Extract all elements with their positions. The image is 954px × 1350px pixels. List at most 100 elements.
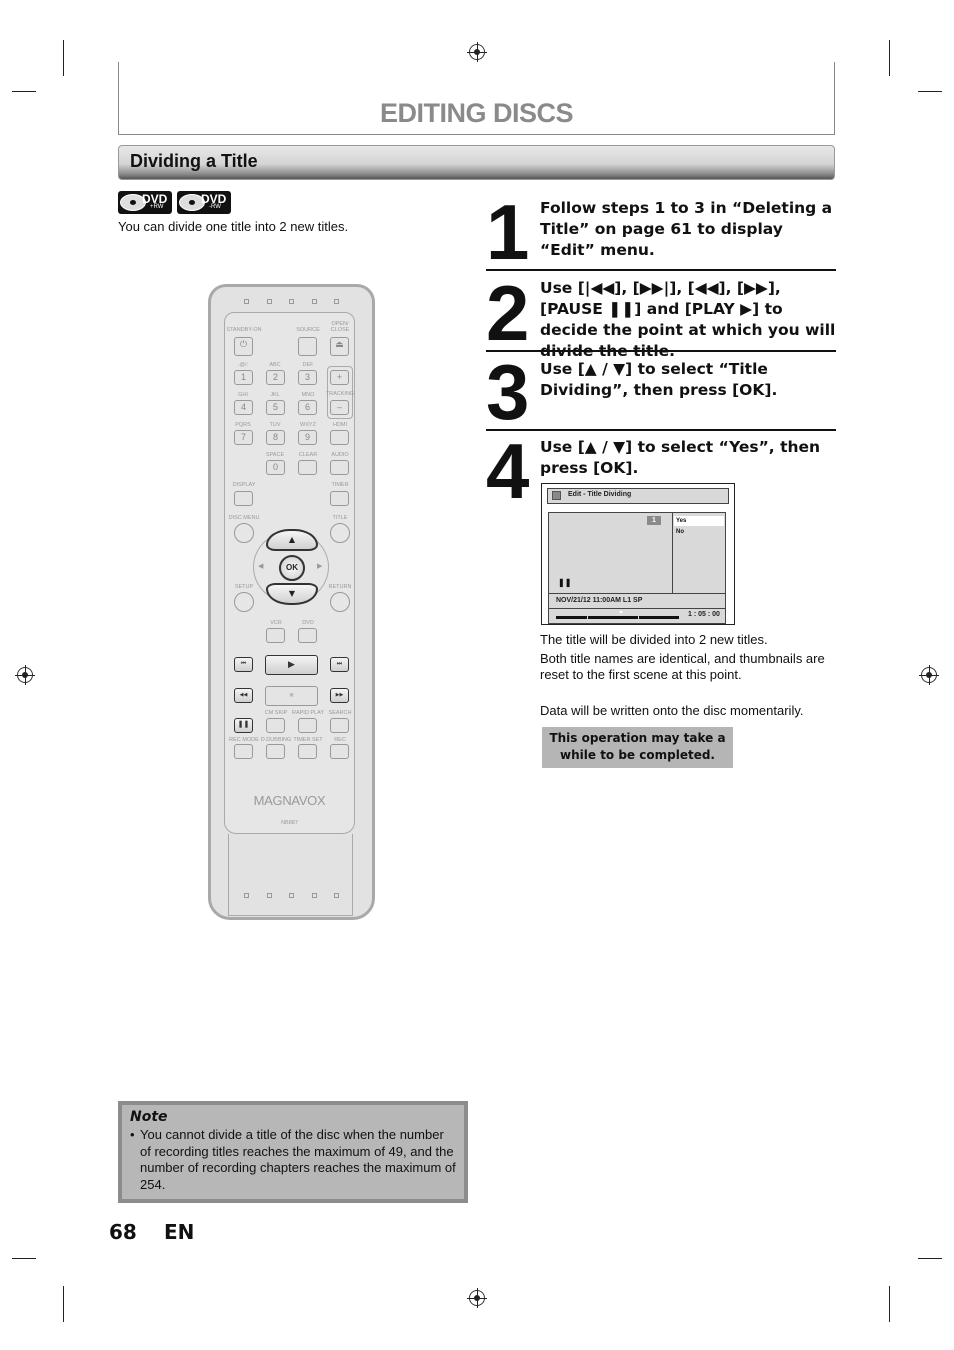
label-dvd: DVD — [302, 620, 314, 626]
key-7[interactable]: 7 — [234, 430, 253, 445]
osd-title-bar: Edit - Title Dividing — [547, 488, 729, 504]
play-icon: ▶ — [288, 659, 295, 669]
led-icon — [334, 893, 339, 898]
fast-forward-icon: ▶▶ — [335, 692, 344, 698]
osd-option-yes[interactable]: Yes — [674, 516, 724, 526]
osd-progress-segment — [639, 616, 679, 619]
skip-back-button[interactable]: ⏮ — [234, 657, 253, 672]
search-button[interactable] — [330, 718, 349, 733]
crop-mark — [889, 1286, 890, 1322]
right-button[interactable]: ▶ — [317, 562, 322, 570]
tracking-plus-button[interactable]: + — [330, 370, 349, 385]
step-number: 3 — [486, 348, 529, 436]
osd-position-marker — [619, 611, 623, 614]
label-timer: TIMER — [331, 482, 349, 488]
osd-title-number: 1 — [647, 516, 661, 525]
led-icon — [267, 893, 272, 898]
pause-button[interactable]: ❚❚ — [234, 718, 253, 733]
result-text: The title will be divided into 2 new tit… — [540, 632, 768, 647]
key-1[interactable]: 1 — [234, 370, 253, 385]
source-button[interactable] — [298, 337, 317, 356]
skip-forward-button[interactable]: ⏭ — [330, 657, 349, 672]
bullet: • — [130, 1127, 135, 1142]
crop-mark — [12, 1258, 36, 1259]
section-title: Dividing a Title — [130, 151, 258, 171]
title-button[interactable] — [330, 523, 350, 543]
step-number: 4 — [486, 427, 529, 515]
osd-progress-segment — [556, 616, 587, 619]
timer-button[interactable] — [330, 491, 349, 506]
osd-progress-segment — [588, 616, 638, 619]
osd-option-no[interactable]: No — [676, 529, 684, 535]
crop-mark — [63, 1286, 64, 1322]
page-number: 68 — [109, 1220, 137, 1244]
step-divider — [486, 269, 836, 271]
hdmi-button[interactable] — [330, 430, 349, 445]
fast-forward-button[interactable]: ▶▶ — [330, 688, 349, 703]
up-button[interactable]: ▲ — [266, 529, 318, 551]
registration-mark-icon — [919, 665, 939, 685]
brand-logo: MAGNAVOX — [253, 793, 326, 808]
registration-mark-icon — [15, 665, 35, 685]
left-button[interactable]: ◀ — [258, 562, 263, 570]
label-hdmi: HDMI — [332, 422, 348, 428]
rapid-play-button[interactable] — [298, 718, 317, 733]
key-4[interactable]: 4 — [234, 400, 253, 415]
label-setup: SETUP — [234, 584, 254, 590]
key-3[interactable]: 3 — [298, 370, 317, 385]
crop-mark — [63, 40, 64, 76]
timer-set-button[interactable] — [298, 744, 317, 759]
osd-divider — [548, 593, 726, 594]
step-number: 1 — [486, 188, 529, 276]
osd-recording-info: NOV/21/12 11:00AM L1 SP — [556, 597, 643, 604]
osd-divider — [672, 512, 673, 594]
stop-button[interactable]: ■ — [265, 686, 318, 706]
label-k6: MNO — [301, 392, 315, 398]
audio-button[interactable] — [330, 460, 349, 475]
note-title: Note — [130, 1109, 168, 1125]
key-9[interactable]: 9 — [298, 430, 317, 445]
page-language: EN — [164, 1220, 195, 1244]
led-icon — [289, 893, 294, 898]
crop-mark — [918, 1258, 942, 1259]
label-audio: AUDIO — [331, 452, 349, 458]
remote-bottom-panel — [228, 834, 353, 916]
open-close-button[interactable]: ⏏ — [330, 337, 349, 356]
cm-skip-button[interactable] — [266, 718, 285, 733]
step-text: Follow steps 1 to 3 in “Deleting a Title… — [540, 199, 833, 259]
standby-button[interactable]: ⏻ — [234, 337, 253, 356]
note-box: Note • You cannot divide a title of the … — [118, 1101, 468, 1203]
arrow-up-icon: ▲ — [288, 535, 296, 544]
step-text: Use [▲ / ▼] to select “Yes”, then press … — [540, 438, 821, 477]
led-icon — [312, 893, 317, 898]
tracking-minus-button[interactable]: – — [330, 400, 349, 415]
key-0[interactable]: 0 — [266, 460, 285, 475]
disc-menu-button[interactable] — [234, 523, 254, 543]
key-5[interactable]: 5 — [266, 400, 285, 415]
rec-button[interactable] — [330, 744, 349, 759]
play-button[interactable]: ▶ — [265, 655, 318, 675]
key-8[interactable]: 8 — [266, 430, 285, 445]
d-dubbing-button[interactable] — [266, 744, 285, 759]
vcr-button[interactable] — [266, 628, 285, 643]
clear-button[interactable] — [298, 460, 317, 475]
rec-mode-button[interactable] — [234, 744, 253, 759]
ok-button[interactable]: OK — [279, 555, 305, 581]
label-search: SEARCH — [328, 710, 352, 716]
label-return: RETURN — [328, 584, 352, 590]
key-2[interactable]: 2 — [266, 370, 285, 385]
crop-mark — [918, 91, 942, 92]
setup-button[interactable] — [234, 592, 254, 612]
osd-time: 1 : 05 : 00 — [688, 611, 720, 618]
key-6[interactable]: 6 — [298, 400, 317, 415]
rewind-button[interactable]: ◀◀ — [234, 688, 253, 703]
arrow-down-icon: ▼ — [288, 589, 296, 598]
dvd-button[interactable] — [298, 628, 317, 643]
label-rec: REC — [334, 737, 346, 743]
return-button[interactable] — [330, 592, 350, 612]
led-icon — [244, 893, 249, 898]
display-button[interactable] — [234, 491, 253, 506]
dvd-minus-rw-icon: DVD -RW — [177, 191, 231, 214]
skip-forward-icon: ⏭ — [336, 661, 343, 667]
registration-mark-icon — [467, 42, 487, 62]
